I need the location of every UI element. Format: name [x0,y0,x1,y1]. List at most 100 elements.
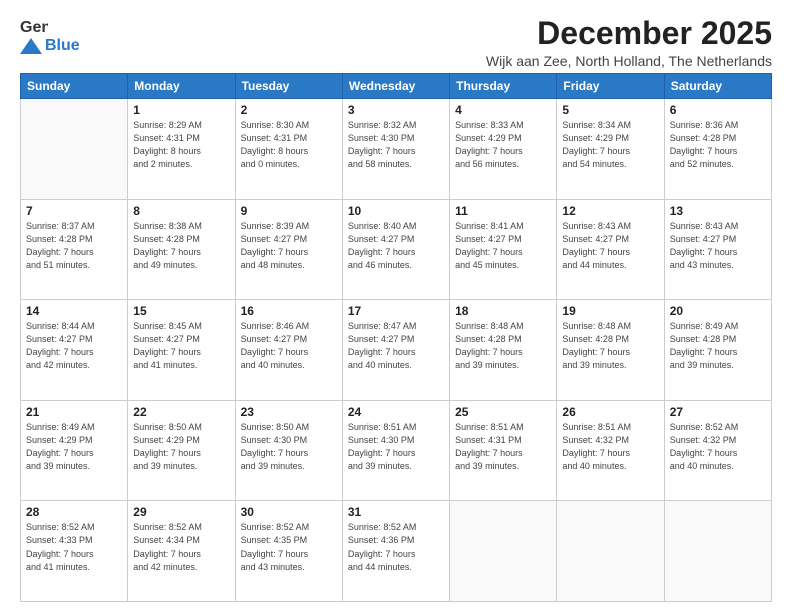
table-row [21,99,128,200]
day-info: Sunrise: 8:40 AM Sunset: 4:27 PM Dayligh… [348,220,444,272]
table-row [664,501,771,602]
day-number: 31 [348,505,444,519]
col-monday: Monday [128,74,235,99]
day-number: 21 [26,405,122,419]
day-number: 28 [26,505,122,519]
day-info: Sunrise: 8:43 AM Sunset: 4:27 PM Dayligh… [670,220,766,272]
day-info: Sunrise: 8:50 AM Sunset: 4:29 PM Dayligh… [133,421,229,473]
day-number: 22 [133,405,229,419]
table-row [450,501,557,602]
day-info: Sunrise: 8:32 AM Sunset: 4:30 PM Dayligh… [348,119,444,171]
calendar-table: Sunday Monday Tuesday Wednesday Thursday… [20,73,772,602]
table-row: 3Sunrise: 8:32 AM Sunset: 4:30 PM Daylig… [342,99,449,200]
table-row: 27 Sunrise: 8:52 AM Sunset: 4:32 PM Dayli… [664,400,771,501]
day-info: Sunrise: 8:52 AM Sunset: 4:34 PM Dayligh… [133,521,229,573]
day-number: 9 [241,204,337,218]
table-row: 5Sunrise: 8:34 AM Sunset: 4:29 PM Daylig… [557,99,664,200]
table-row: 21 Sunrise: 8:49 AM Sunset: 4:29 PM Dayli… [21,400,128,501]
day-number: 14 [26,304,122,318]
table-row [557,501,664,602]
day-info: Sunrise: 8:37 AM Sunset: 4:28 PM Dayligh… [26,220,122,272]
day-number: 8 [133,204,229,218]
day-number: 6 [670,103,766,117]
day-info: Sunrise: 8:41 AM Sunset: 4:27 PM Dayligh… [455,220,551,272]
day-number: 15 [133,304,229,318]
day-info: Sunrise: 8:52 AM Sunset: 4:36 PM Dayligh… [348,521,444,573]
table-row: 1Sunrise: 8:29 AM Sunset: 4:31 PM Daylig… [128,99,235,200]
day-number: 26 [562,405,658,419]
table-row: 26 Sunrise: 8:51 AM Sunset: 4:32 PM Dayli… [557,400,664,501]
day-number: 5 [562,103,658,117]
day-number: 25 [455,405,551,419]
day-info: Sunrise: 8:38 AM Sunset: 4:28 PM Dayligh… [133,220,229,272]
table-row: 11 Sunrise: 8:41 AM Sunset: 4:27 PM Dayli… [450,199,557,300]
title-section: December 2025 Wijk aan Zee, North Hollan… [486,16,772,69]
table-row: 16 Sunrise: 8:46 AM Sunset: 4:27 PM Dayli… [235,300,342,401]
calendar-week-row: 28 Sunrise: 8:52 AM Sunset: 4:33 PM Dayli… [21,501,772,602]
table-row: 12Sunrise: 8:43 AM Sunset: 4:27 PM Dayli… [557,199,664,300]
day-number: 19 [562,304,658,318]
table-row: 17Sunrise: 8:47 AM Sunset: 4:27 PM Dayli… [342,300,449,401]
table-row: 15 Sunrise: 8:45 AM Sunset: 4:27 PM Dayli… [128,300,235,401]
day-info: Sunrise: 8:33 AM Sunset: 4:29 PM Dayligh… [455,119,551,171]
day-number: 30 [241,505,337,519]
day-info: Sunrise: 8:52 AM Sunset: 4:33 PM Dayligh… [26,521,122,573]
col-friday: Friday [557,74,664,99]
day-info: Sunrise: 8:48 AM Sunset: 4:28 PM Dayligh… [455,320,551,372]
table-row: 25Sunrise: 8:51 AM Sunset: 4:31 PM Dayli… [450,400,557,501]
col-sunday: Sunday [21,74,128,99]
day-number: 7 [26,204,122,218]
table-row: 4 Sunrise: 8:33 AM Sunset: 4:29 PM Daylig… [450,99,557,200]
day-info: Sunrise: 8:52 AM Sunset: 4:35 PM Dayligh… [241,521,337,573]
day-number: 11 [455,204,551,218]
table-row: 7 Sunrise: 8:37 AM Sunset: 4:28 PM Daylig… [21,199,128,300]
day-number: 23 [241,405,337,419]
day-number: 12 [562,204,658,218]
svg-text:General: General [20,19,48,36]
day-info: Sunrise: 8:48 AM Sunset: 4:28 PM Dayligh… [562,320,658,372]
day-number: 18 [455,304,551,318]
day-info: Sunrise: 8:36 AM Sunset: 4:28 PM Dayligh… [670,119,766,171]
calendar-header-row: Sunday Monday Tuesday Wednesday Thursday… [21,74,772,99]
day-number: 20 [670,304,766,318]
table-row: 23Sunrise: 8:50 AM Sunset: 4:30 PM Dayli… [235,400,342,501]
header: General Blue December 2025 Wijk aan Zee,… [20,16,772,69]
day-info: Sunrise: 8:51 AM Sunset: 4:32 PM Dayligh… [562,421,658,473]
location-subtitle: Wijk aan Zee, North Holland, The Netherl… [486,53,772,69]
table-row: 10 Sunrise: 8:40 AM Sunset: 4:27 PM Dayli… [342,199,449,300]
logo: General Blue [20,16,80,54]
day-number: 24 [348,405,444,419]
table-row: 31 Sunrise: 8:52 AM Sunset: 4:36 PM Dayli… [342,501,449,602]
page: General Blue December 2025 Wijk aan Zee,… [0,0,792,612]
day-info: Sunrise: 8:30 AM Sunset: 4:31 PM Dayligh… [241,119,337,171]
month-title: December 2025 [486,16,772,51]
day-number: 1 [133,103,229,117]
col-wednesday: Wednesday [342,74,449,99]
calendar-week-row: 14Sunrise: 8:44 AM Sunset: 4:27 PM Dayli… [21,300,772,401]
table-row: 8 Sunrise: 8:38 AM Sunset: 4:28 PM Daylig… [128,199,235,300]
table-row: 29Sunrise: 8:52 AM Sunset: 4:34 PM Dayli… [128,501,235,602]
day-number: 4 [455,103,551,117]
table-row: 9 Sunrise: 8:39 AM Sunset: 4:27 PM Daylig… [235,199,342,300]
day-info: Sunrise: 8:47 AM Sunset: 4:27 PM Dayligh… [348,320,444,372]
table-row: 28 Sunrise: 8:52 AM Sunset: 4:33 PM Dayli… [21,501,128,602]
calendar-week-row: 1Sunrise: 8:29 AM Sunset: 4:31 PM Daylig… [21,99,772,200]
table-row: 14Sunrise: 8:44 AM Sunset: 4:27 PM Dayli… [21,300,128,401]
day-info: Sunrise: 8:45 AM Sunset: 4:27 PM Dayligh… [133,320,229,372]
logo-blue-text: Blue [45,38,80,54]
day-number: 16 [241,304,337,318]
day-info: Sunrise: 8:52 AM Sunset: 4:32 PM Dayligh… [670,421,766,473]
day-number: 13 [670,204,766,218]
table-row: 19 Sunrise: 8:48 AM Sunset: 4:28 PM Dayli… [557,300,664,401]
calendar-week-row: 21 Sunrise: 8:49 AM Sunset: 4:29 PM Dayli… [21,400,772,501]
table-row: 22 Sunrise: 8:50 AM Sunset: 4:29 PM Dayli… [128,400,235,501]
day-info: Sunrise: 8:49 AM Sunset: 4:28 PM Dayligh… [670,320,766,372]
day-number: 27 [670,405,766,419]
day-number: 2 [241,103,337,117]
day-info: Sunrise: 8:49 AM Sunset: 4:29 PM Dayligh… [26,421,122,473]
day-number: 10 [348,204,444,218]
day-info: Sunrise: 8:46 AM Sunset: 4:27 PM Dayligh… [241,320,337,372]
day-info: Sunrise: 8:51 AM Sunset: 4:30 PM Dayligh… [348,421,444,473]
day-info: Sunrise: 8:39 AM Sunset: 4:27 PM Dayligh… [241,220,337,272]
table-row: 24 Sunrise: 8:51 AM Sunset: 4:30 PM Dayli… [342,400,449,501]
